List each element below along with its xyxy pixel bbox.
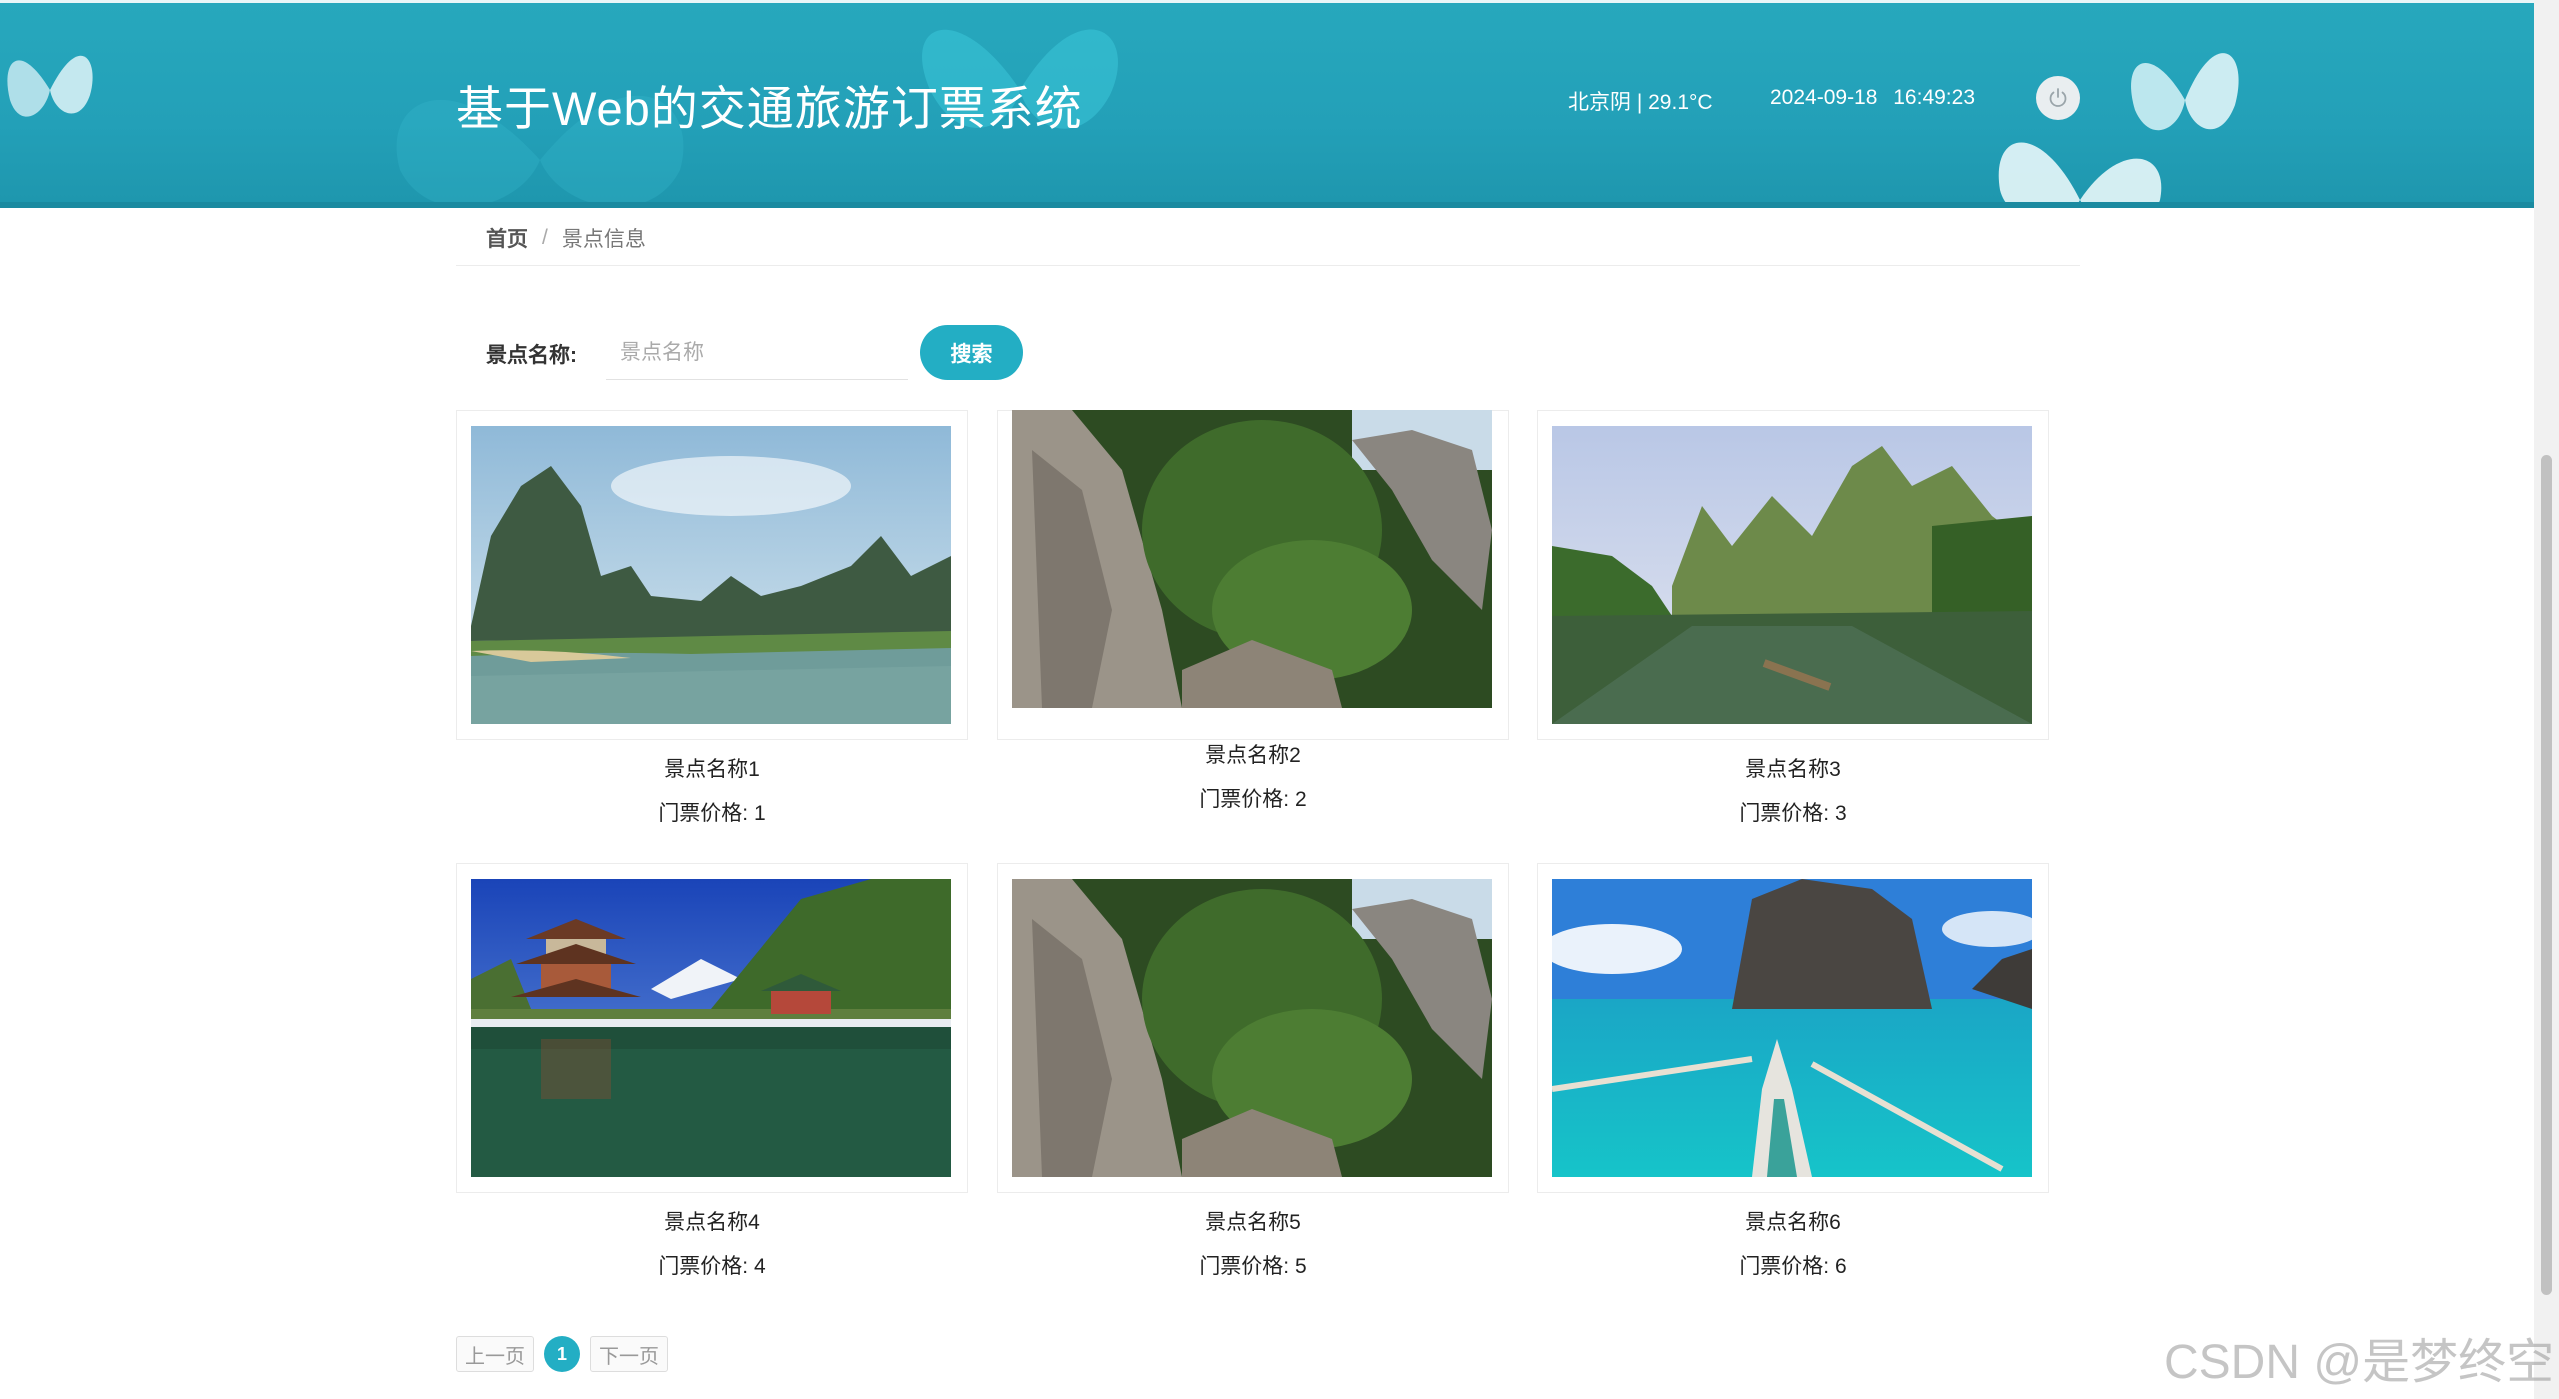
page-number-current[interactable]: 1 [544, 1336, 580, 1372]
ticket-price: 门票价格: 1 [658, 802, 766, 825]
scrollbar-thumb[interactable] [2541, 455, 2552, 1295]
weather-info: 北京阴 | 29.1°C [1568, 91, 1713, 114]
attraction-image[interactable] [471, 426, 951, 724]
header-bottom-line [0, 202, 2534, 208]
site-title: 基于Web的交通旅游订票系统 [456, 82, 1083, 135]
attraction-image[interactable] [1012, 410, 1492, 708]
attraction-image[interactable] [1012, 879, 1492, 1177]
ticket-price: 门票价格: 6 [1739, 1255, 1847, 1278]
butterfly-decoration [2131, 53, 2239, 131]
butterfly-decoration [7, 55, 93, 117]
attraction-name[interactable]: 景点名称3 [1537, 753, 2049, 783]
search-input[interactable] [606, 326, 908, 380]
attraction-image[interactable] [1552, 879, 2032, 1177]
prev-page-button[interactable]: 上一页 [456, 1336, 534, 1372]
pagination: 上一页 1 下一页 [456, 1336, 668, 1372]
current-datetime: 2024-09-18 16:49:23 [1770, 86, 1975, 109]
attraction-name[interactable]: 景点名称6 [1537, 1206, 2049, 1236]
next-page-button[interactable]: 下一页 [590, 1336, 668, 1372]
attraction-image[interactable] [1552, 426, 2032, 724]
header-top-line [0, 0, 2534, 3]
breadcrumb-home-link[interactable]: 首页 [486, 223, 528, 253]
logout-button[interactable] [2036, 76, 2080, 120]
breadcrumb-current: 景点信息 [561, 227, 646, 251]
watermark: CSDN @是梦终空 [2164, 1336, 2555, 1389]
breadcrumb-separator: / [542, 225, 548, 249]
ticket-price: 门票价格: 5 [1199, 1255, 1307, 1278]
power-icon [2049, 88, 2067, 107]
site-header: 基于Web的交通旅游订票系统 北京阴 | 29.1°C 2024-09-18 1… [0, 0, 2534, 208]
attraction-image[interactable] [471, 879, 951, 1177]
ticket-price: 门票价格: 4 [658, 1255, 766, 1278]
attraction-name[interactable]: 景点名称5 [997, 1206, 1509, 1236]
search-button[interactable]: 搜索 [920, 325, 1023, 380]
page-scrollbar[interactable] [2534, 0, 2559, 1399]
ticket-price: 门票价格: 3 [1739, 802, 1847, 825]
attraction-name[interactable]: 景点名称1 [456, 753, 968, 783]
attraction-name[interactable]: 景点名称4 [456, 1206, 968, 1236]
attraction-name[interactable]: 景点名称2 [997, 739, 1509, 769]
ticket-price: 门票价格: 2 [1199, 788, 1307, 811]
search-label: 景点名称: [486, 344, 577, 367]
breadcrumb: 首页 / 景点信息 [456, 210, 2080, 266]
